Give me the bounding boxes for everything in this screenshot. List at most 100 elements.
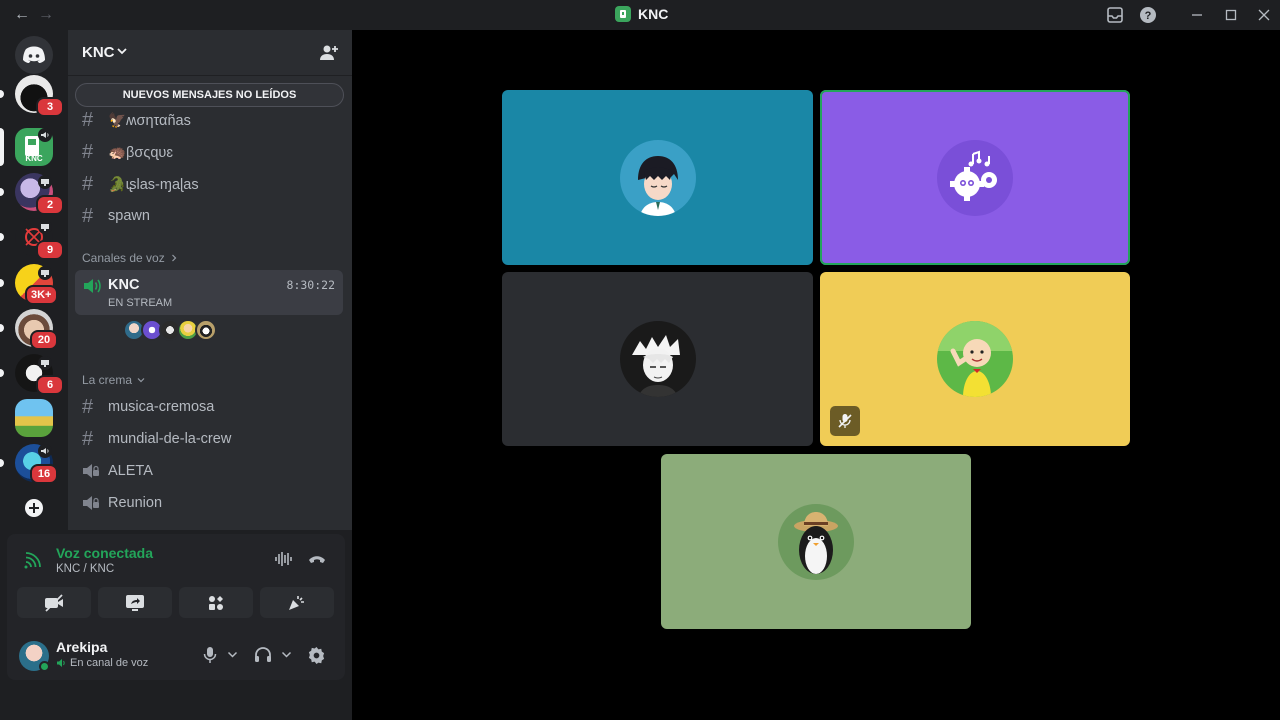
chevron-down-icon xyxy=(117,48,127,55)
call-timer: 8:30:22 xyxy=(286,278,335,292)
participant-avatar xyxy=(937,139,1013,216)
channel-reunion[interactable]: Reunion xyxy=(82,489,162,517)
stream-status: EN STREAM xyxy=(108,297,173,309)
speaker-icon xyxy=(38,128,52,142)
server-minecraft-icon[interactable] xyxy=(15,399,53,437)
channel-spawn[interactable]: # spawn xyxy=(82,202,150,230)
add-member-icon[interactable] xyxy=(319,44,339,62)
unread-pill xyxy=(0,369,4,377)
hash-icon: # xyxy=(82,204,94,227)
screen-icon xyxy=(38,356,52,370)
hash-icon: # xyxy=(82,172,94,195)
category-label: Canales de voz xyxy=(82,251,165,265)
channel-aleta[interactable]: ALETA xyxy=(82,457,153,485)
chevron-down-icon[interactable] xyxy=(227,651,238,659)
channel-label: ALETA xyxy=(108,463,153,479)
hash-icon: # xyxy=(82,108,94,131)
participant-avatar xyxy=(937,321,1013,397)
voice-participants xyxy=(123,319,217,341)
channel-label: 🐊ɩʂlas-ɱaɭas xyxy=(108,176,199,193)
close-icon[interactable] xyxy=(1255,6,1273,24)
unread-pill xyxy=(0,233,4,241)
signal-icon[interactable] xyxy=(24,551,42,569)
title-bar: ← → KNC ? xyxy=(0,0,1280,30)
forward-arrow-icon[interactable]: → xyxy=(36,5,56,25)
disconnect-icon[interactable] xyxy=(307,552,327,566)
selected-pill xyxy=(0,128,4,166)
tile-penguin[interactable] xyxy=(661,454,971,629)
screen-share-button[interactable] xyxy=(98,587,172,618)
voice-channel-name: KNC xyxy=(108,277,140,293)
channel-label: mundial-de-la-crew xyxy=(108,431,232,447)
screen-icon xyxy=(38,266,52,280)
user-name[interactable]: Arekipa xyxy=(56,639,107,655)
camera-toggle-button[interactable] xyxy=(17,587,91,618)
category-la-crema[interactable]: La crema xyxy=(82,373,146,387)
participant-avatar xyxy=(778,503,854,580)
tile-anime-boy[interactable] xyxy=(502,90,813,265)
speaker-icon xyxy=(38,444,52,458)
svg-text:KNC: KNC xyxy=(25,154,43,163)
mention-badge: 6 xyxy=(36,375,64,395)
channel-islas-malas[interactable]: # 🐊ɩʂlas-ɱaɭas xyxy=(82,170,199,198)
channel-label: 🦅ʍσηταñas xyxy=(108,112,191,129)
tile-bot-gears[interactable] xyxy=(820,90,1130,265)
unread-pill xyxy=(0,459,4,467)
tile-caillou[interactable] xyxy=(820,272,1130,446)
chevron-down-icon xyxy=(137,378,145,383)
soundboard-button[interactable] xyxy=(260,587,334,618)
voice-status[interactable]: Voz conectada xyxy=(56,545,153,561)
locked-speaker-icon xyxy=(82,495,104,511)
channel-label: 🦔βσςɋυɛ xyxy=(108,144,173,161)
voice-channel-knc[interactable]: KNC EN STREAM 8:30:22 xyxy=(75,270,343,315)
user-status: En canal de voz xyxy=(56,657,148,669)
channel-sidebar: KNC NUEVOS MENSAJES NO LEÍDOS # 🦅ʍσηταña… xyxy=(68,30,352,530)
participant-avatar xyxy=(619,321,696,397)
channel-bosque[interactable]: # 🦔βσςɋυɛ xyxy=(82,138,173,166)
add-server-button[interactable] xyxy=(17,491,51,525)
speaker-icon xyxy=(57,659,65,667)
minimize-icon[interactable] xyxy=(1188,6,1206,24)
avatar[interactable] xyxy=(195,319,217,341)
unread-pill xyxy=(0,90,4,98)
gear-icon[interactable] xyxy=(307,646,326,665)
mic-muted-icon xyxy=(838,414,852,428)
tile-manga[interactable] xyxy=(502,272,813,446)
mention-badge: 2 xyxy=(36,195,64,215)
voice-connected-panel: Voz conectada KNC / KNC Arekipa En canal… xyxy=(7,534,345,680)
hash-icon: # xyxy=(82,140,94,163)
participant-avatar xyxy=(619,139,696,216)
user-status-text: En canal de voz xyxy=(70,657,149,669)
mic-muted-badge xyxy=(830,406,860,436)
voice-location[interactable]: KNC / KNC xyxy=(56,563,114,575)
back-arrow-icon[interactable]: ← xyxy=(12,5,32,25)
noise-suppression-icon[interactable] xyxy=(274,550,292,568)
inbox-icon[interactable] xyxy=(1106,6,1124,24)
chevron-down-icon[interactable] xyxy=(281,651,292,659)
channel-label: musica-cremosa xyxy=(108,399,215,415)
mention-badge: 3K+ xyxy=(25,285,58,305)
microphone-icon[interactable] xyxy=(203,646,217,664)
discord-home-icon[interactable] xyxy=(15,36,53,74)
channel-musica-cremosa[interactable]: # musica-cremosa xyxy=(82,393,214,421)
hash-icon: # xyxy=(82,427,94,450)
guild-header[interactable]: KNC xyxy=(68,30,352,76)
category-voice-channels[interactable]: Canales de voz xyxy=(82,251,179,265)
unread-pill xyxy=(0,279,4,287)
window-title-text: KNC xyxy=(638,6,669,22)
unread-messages-banner[interactable]: NUEVOS MENSAJES NO LEÍDOS xyxy=(75,83,344,107)
camera-off-icon xyxy=(45,593,63,612)
headphones-icon[interactable] xyxy=(254,646,272,664)
mention-badge: 20 xyxy=(30,330,58,350)
voice-stage xyxy=(352,30,1280,720)
channel-mundial-de-la-crew[interactable]: # mundial-de-la-crew xyxy=(82,425,231,453)
locked-speaker-icon xyxy=(82,463,104,479)
activities-button[interactable] xyxy=(179,587,253,618)
channel-label: spawn xyxy=(108,208,150,224)
channel-montanas[interactable]: # 🦅ʍσηταñas xyxy=(82,106,191,134)
soundboard-icon xyxy=(289,595,304,610)
maximize-icon[interactable] xyxy=(1222,6,1240,24)
activities-icon xyxy=(209,595,223,610)
screen-share-icon xyxy=(126,594,144,611)
help-icon[interactable]: ? xyxy=(1139,6,1157,24)
